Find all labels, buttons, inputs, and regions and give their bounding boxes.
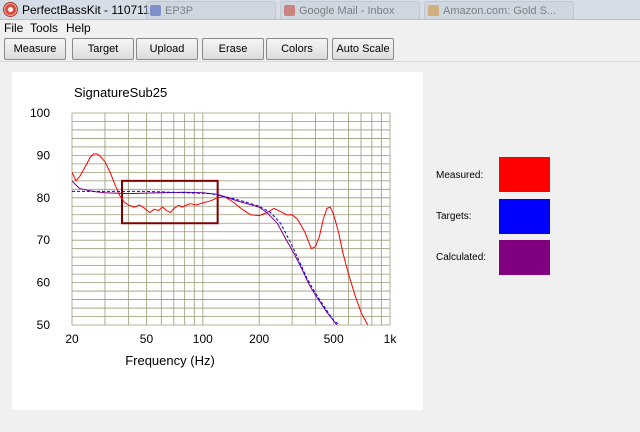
x-tick-label: 1k <box>384 332 398 346</box>
x-tick-label: 50 <box>140 332 154 346</box>
calculated-color-swatch[interactable] <box>499 240 550 275</box>
x-tick-label: 100 <box>193 332 213 346</box>
tab-favicon-icon <box>428 5 439 16</box>
chart-grid <box>71 112 391 326</box>
chart-highlight-layer <box>121 179 219 225</box>
y-tick-label: 100 <box>30 106 50 120</box>
y-tick-label: 50 <box>37 318 51 332</box>
measure-button[interactable]: Measure <box>4 38 66 60</box>
background-tab[interactable]: EP3P <box>146 1 276 19</box>
target-button[interactable]: Target <box>72 38 134 60</box>
legend-label-targets: Targets: <box>436 211 472 222</box>
chart-tick-labels: 50 60 70 80 90 100 20 50 100 200 500 1k <box>30 106 397 346</box>
y-tick-label: 90 <box>37 148 51 162</box>
toolbar: Measure Target Upload Erase Colors Auto … <box>0 36 640 62</box>
x-axis-label: Frequency (Hz) <box>125 353 215 368</box>
x-tick-label: 500 <box>324 332 344 346</box>
tab-favicon-icon <box>284 5 295 16</box>
upload-button[interactable]: Upload <box>136 38 198 60</box>
x-tick-label: 200 <box>249 332 269 346</box>
background-tab[interactable]: Google Mail - Inbox <box>280 1 420 19</box>
chart-title: SignatureSub25 <box>74 85 167 100</box>
window-title-bar: PerfectBassKit - 110711 EP3P Google Mail… <box>0 0 640 20</box>
x-tick-label: 20 <box>65 332 79 346</box>
auto-scale-button[interactable]: Auto Scale <box>332 38 394 60</box>
legend-label-calculated: Calculated: <box>436 252 487 263</box>
y-tick-label: 60 <box>37 276 51 290</box>
erase-button[interactable]: Erase <box>202 38 264 60</box>
window-title: PerfectBassKit - 110711 <box>22 3 150 17</box>
targets-color-swatch[interactable] <box>499 199 550 234</box>
colors-button[interactable]: Colors <box>266 38 328 60</box>
menu-tools[interactable]: Tools <box>30 21 58 35</box>
highlight-box <box>121 179 219 225</box>
menu-bar: File Tools Help <box>0 20 640 36</box>
background-tab[interactable]: Amazon.com: Gold S... <box>424 1 574 19</box>
y-tick-label: 80 <box>37 191 51 205</box>
y-tick-label: 70 <box>37 233 51 247</box>
legend-label-measured: Measured: <box>436 170 484 181</box>
menu-help[interactable]: Help <box>66 21 91 35</box>
series-line-targets <box>72 190 341 325</box>
tab-favicon-icon <box>150 5 161 16</box>
frequency-response-chart[interactable]: SignatureSub25 506070809010020 50 100 200 50… <box>12 72 423 410</box>
app-icon <box>3 2 18 17</box>
menu-file[interactable]: File <box>4 21 23 35</box>
measured-color-swatch[interactable] <box>499 157 550 192</box>
chart-panel: SignatureSub25 50 60 70 80 90 100 20 50 100 200 50… <box>12 72 423 410</box>
